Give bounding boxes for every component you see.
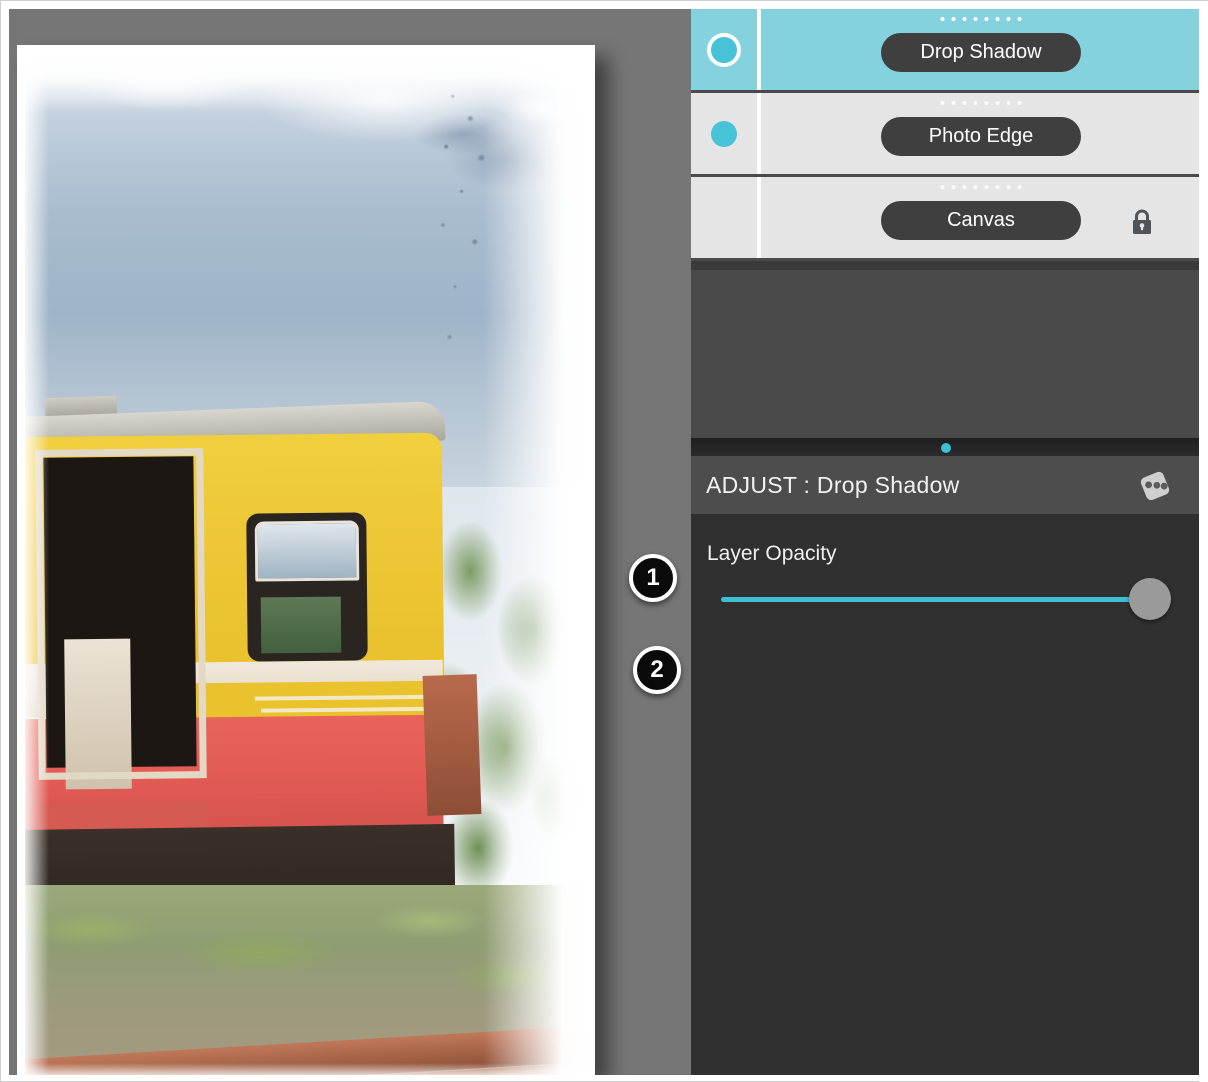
- layer-name-photo-edge[interactable]: Photo Edge: [881, 117, 1081, 156]
- callout-badge-2-number: 2: [650, 656, 664, 683]
- layer-visibility-toggle-drop-shadow[interactable]: [691, 9, 757, 90]
- layer-main-photo-edge[interactable]: Photo Edge: [761, 93, 1201, 174]
- photo-edge-top: [25, 57, 587, 111]
- layer-row-canvas[interactable]: Canvas: [691, 177, 1201, 261]
- slider-track[interactable]: [721, 597, 1161, 602]
- adjust-panel-title: ADJUST : Drop Shadow: [706, 471, 960, 498]
- lock-icon[interactable]: [1127, 207, 1157, 237]
- photo-document[interactable]: [17, 45, 595, 1075]
- layer-opacity-label: Layer Opacity: [707, 542, 837, 565]
- app-window: 1 2 Drop Shadow Photo Edge Canvas ADJUST…: [0, 0, 1208, 1082]
- adjust-panel-header: ADJUST : Drop Shadow: [691, 456, 1201, 514]
- drag-handle-icon[interactable]: [940, 17, 1022, 21]
- photo-image: [25, 57, 587, 1075]
- visibility-dot-icon: [707, 32, 741, 67]
- drag-handle-icon[interactable]: [940, 185, 1022, 189]
- layer-row-drop-shadow[interactable]: Drop Shadow: [691, 9, 1201, 93]
- callout-badge-1: 1: [629, 554, 677, 602]
- slider-thumb[interactable]: [1129, 578, 1171, 620]
- photo-door-frame: [35, 448, 207, 780]
- visibility-dot-icon: [711, 205, 737, 231]
- photo-window-glass: [254, 520, 360, 582]
- panel-right-gutter: [1199, 1, 1208, 1082]
- divider-dot-icon[interactable]: [941, 443, 951, 453]
- photo-edge-left: [25, 57, 49, 1075]
- layer-name-drop-shadow[interactable]: Drop Shadow: [881, 33, 1081, 72]
- photo-edge-bottom: [25, 1063, 587, 1075]
- photo-window-lower: [260, 596, 342, 654]
- drag-handle-icon[interactable]: [940, 101, 1022, 105]
- layers-empty-area[interactable]: [691, 270, 1201, 438]
- layer-row-photo-edge[interactable]: Photo Edge: [691, 93, 1201, 177]
- layer-main-canvas[interactable]: Canvas: [761, 177, 1201, 258]
- right-panel: Drop Shadow Photo Edge Canvas ADJUST: D…: [691, 9, 1201, 1075]
- callout-badge-2: 2: [633, 646, 681, 694]
- layer-name-canvas[interactable]: Canvas: [881, 201, 1081, 240]
- adjust-panel-body: Layer Opacity: [691, 514, 1201, 1075]
- visibility-dot-icon: [711, 120, 737, 147]
- canvas-area[interactable]: 1 2: [9, 9, 691, 1075]
- layer-opacity-slider[interactable]: [721, 578, 1171, 622]
- dice-icon[interactable]: [1137, 468, 1173, 504]
- layer-visibility-toggle-photo-edge[interactable]: [691, 93, 757, 174]
- panel-divider[interactable]: [691, 438, 1201, 456]
- layer-main-drop-shadow[interactable]: Drop Shadow: [761, 9, 1201, 90]
- layer-visibility-toggle-canvas[interactable]: [691, 177, 757, 258]
- callout-badge-1-number: 1: [646, 564, 660, 591]
- layers-list: Drop Shadow Photo Edge Canvas: [691, 9, 1201, 261]
- photo-edge-right: [469, 57, 587, 1075]
